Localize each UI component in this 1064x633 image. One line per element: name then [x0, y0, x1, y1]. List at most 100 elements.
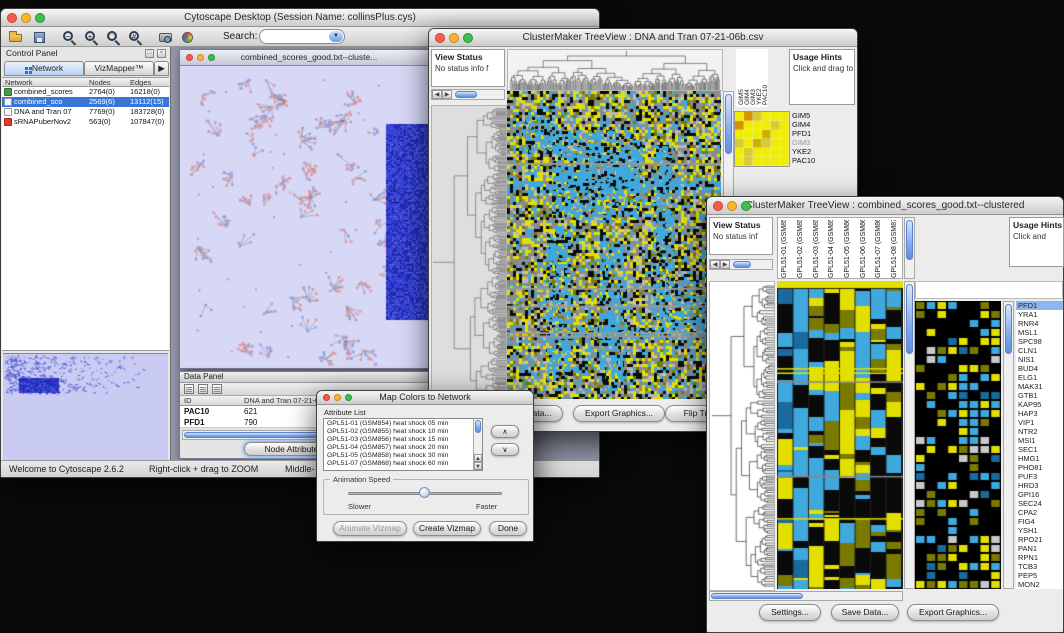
column-label[interactable]: GPL51-01 (GSM854: [781, 220, 796, 278]
dendrogram-hscrollbar[interactable]: ◀ ▶: [431, 89, 505, 100]
gene-label[interactable]: KAP95: [1016, 400, 1063, 409]
tab-network[interactable]: Network: [4, 61, 84, 76]
gene-label[interactable]: HMG1: [1016, 454, 1063, 463]
gene-label[interactable]: ELG1: [1016, 373, 1063, 382]
network-row-selected[interactable]: combined_sco 2569(6) 13112(15): [2, 97, 169, 107]
gene-label[interactable]: BUD4: [1016, 364, 1063, 373]
column-label[interactable]: GPL51-02 (GSM855: [797, 220, 812, 278]
scroll-down-icon[interactable]: ▼: [474, 462, 482, 470]
attribute-table-icon[interactable]: [198, 384, 208, 394]
column-label[interactable]: GPL51-08 (GSM872: [891, 220, 903, 278]
settings-button[interactable]: Settings...: [759, 604, 821, 621]
animate-vizmap-button[interactable]: Animate Vizmap: [333, 521, 407, 536]
scrollbar-thumb[interactable]: [733, 261, 751, 268]
export-graphics-button[interactable]: Export Graphics...: [907, 604, 999, 621]
attribute-item[interactable]: GPL51-07 (GSM868) heat shock 60 min: [325, 460, 473, 468]
gene-heatmap-canvas[interactable]: [915, 301, 1001, 589]
close-icon[interactable]: [713, 201, 723, 211]
column-label[interactable]: GPL51-04 (GSM857: [828, 220, 843, 278]
row-dendrogram[interactable]: [709, 281, 775, 591]
scroll-right-icon[interactable]: ▶: [442, 90, 452, 99]
attribute-item[interactable]: GPL51-03 (GSM856) heat shock 15 min: [325, 436, 473, 444]
correlation-matrix[interactable]: [734, 111, 790, 167]
birds-eye-view[interactable]: [3, 353, 168, 460]
network-row[interactable]: DNA and Tran 07 7769(0) 183728(0): [2, 107, 169, 117]
heatmap-hscrollbar[interactable]: [709, 591, 903, 601]
gene-label[interactable]: PEP5: [1016, 571, 1063, 580]
attribute-function-icon[interactable]: [212, 384, 222, 394]
gene-label[interactable]: PAN1: [1016, 544, 1063, 553]
move-up-button[interactable]: ∧: [491, 425, 519, 438]
scrollbar-thumb[interactable]: [475, 420, 481, 433]
save-data-button[interactable]: Save Data...: [831, 604, 899, 621]
heatmap-canvas[interactable]: [507, 91, 721, 399]
maximize-icon[interactable]: [35, 13, 45, 23]
column-label[interactable]: PAC10: [762, 51, 768, 105]
attribute-listbox[interactable]: GPL51-01 (GSM854) heat shock 05 min GPL51…: [323, 418, 483, 471]
gene-label[interactable]: YKE2: [792, 147, 838, 156]
main-titlebar[interactable]: Cytoscape Desktop (Session Name: collins…: [1, 9, 599, 27]
scroll-left-icon[interactable]: ◀: [710, 260, 720, 269]
export-graphics-button[interactable]: Export Graphics...: [573, 405, 665, 422]
close-icon[interactable]: [323, 394, 330, 401]
gene-label[interactable]: PUF3: [1016, 472, 1063, 481]
tab-vizmapper[interactable]: VizMapper™: [84, 61, 154, 76]
gene-label[interactable]: GIM4: [792, 120, 838, 129]
gene-label[interactable]: HAP3: [1016, 409, 1063, 418]
gene-label[interactable]: YRA1: [1016, 310, 1063, 319]
dialog-titlebar[interactable]: Map Colors to Network: [317, 391, 533, 405]
network-view-titlebar[interactable]: combined_scores_good.txt--cluste...: [180, 50, 438, 66]
gene-label[interactable]: PFD1: [792, 129, 838, 138]
gene-label[interactable]: RPO21: [1016, 535, 1063, 544]
search-input[interactable]: ▼: [259, 29, 345, 44]
gene-label[interactable]: PFD1: [1016, 301, 1063, 310]
gene-label[interactable]: PAC10: [792, 156, 838, 165]
tab-overflow-arrow-icon[interactable]: ▶: [154, 61, 169, 76]
gene-label[interactable]: YSH1: [1016, 526, 1063, 535]
close-icon[interactable]: [186, 54, 193, 61]
treeview-combined-titlebar[interactable]: ClusterMaker TreeView : combined_scores_…: [707, 197, 1063, 215]
move-down-button[interactable]: ∨: [491, 443, 519, 456]
speed-slider-thumb[interactable]: [419, 487, 430, 498]
column-dendrogram[interactable]: [507, 49, 723, 91]
gene-label[interactable]: TCB3: [1016, 562, 1063, 571]
create-vizmap-button[interactable]: Create Vizmap: [413, 521, 481, 536]
minimize-icon[interactable]: [334, 394, 341, 401]
minimize-icon[interactable]: [21, 13, 31, 23]
gene-label[interactable]: MSI1: [1016, 436, 1063, 445]
treeview-dna-titlebar[interactable]: ClusterMaker TreeView : DNA and Tran 07-…: [429, 29, 857, 47]
maximize-icon[interactable]: [208, 54, 215, 61]
minimize-icon[interactable]: [197, 54, 204, 61]
vizmapper-icon[interactable]: [179, 29, 197, 45]
zoom-out-icon[interactable]: −: [61, 29, 79, 45]
open-session-icon[interactable]: [7, 29, 25, 45]
chevron-down-icon[interactable]: ▼: [329, 31, 343, 42]
network-canvas[interactable]: [180, 66, 438, 368]
labels-vscrollbar[interactable]: [904, 217, 915, 279]
import-network-icon[interactable]: [31, 29, 49, 45]
gene-label[interactable]: NIS1: [1016, 355, 1063, 364]
gene-label[interactable]: MAK31: [1016, 382, 1063, 391]
close-icon[interactable]: [435, 33, 445, 43]
attribute-item[interactable]: GPL51-05 (GSM858) heat shock 30 min: [325, 452, 473, 460]
gene-label[interactable]: CPA2: [1016, 508, 1063, 517]
maximize-icon[interactable]: [741, 201, 751, 211]
list-vscrollbar[interactable]: ▲ ▼: [473, 419, 482, 470]
gene-label[interactable]: SPC98: [1016, 337, 1063, 346]
gene-label[interactable]: GPI16: [1016, 490, 1063, 499]
maximize-icon[interactable]: [463, 33, 473, 43]
minimize-icon[interactable]: [727, 201, 737, 211]
gene-label[interactable]: SEC1: [1016, 445, 1063, 454]
done-button[interactable]: Done: [489, 521, 527, 536]
gene-label[interactable]: MON2: [1016, 580, 1063, 589]
dendrogram-hscrollbar[interactable]: ◀ ▶: [709, 259, 773, 270]
row-dendrogram[interactable]: [431, 105, 507, 401]
maximize-icon[interactable]: [345, 394, 352, 401]
network-row[interactable]: combined_scores 2764(0) 16218(0): [2, 87, 169, 97]
scrollbar-thumb[interactable]: [1005, 304, 1012, 354]
attribute-item[interactable]: GPL51-01 (GSM854) heat shock 05 min: [325, 420, 473, 428]
scrollbar-thumb[interactable]: [906, 220, 913, 260]
snapshot-icon[interactable]: [157, 29, 175, 45]
gene-label[interactable]: MSL1: [1016, 328, 1063, 337]
gene-label[interactable]: VIP1: [1016, 418, 1063, 427]
